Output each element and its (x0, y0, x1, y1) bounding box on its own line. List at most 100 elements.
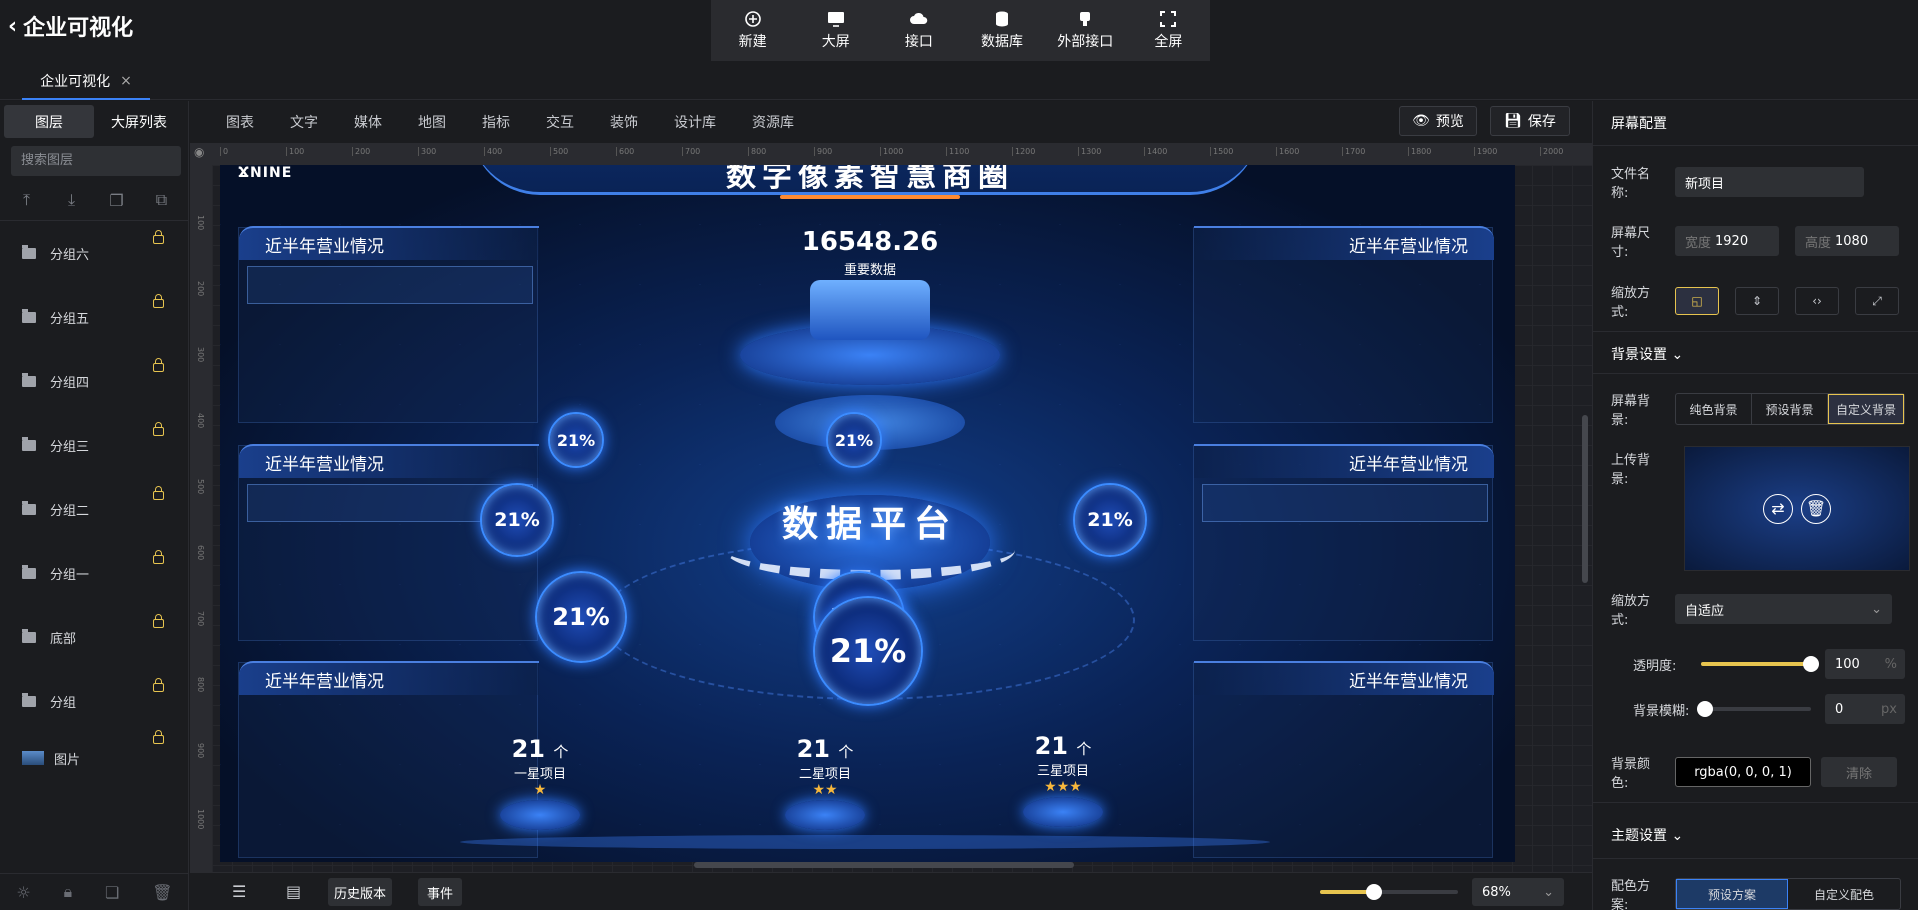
fullscreen-button[interactable]: 全屏 (1133, 10, 1203, 51)
folder-icon (22, 628, 36, 643)
panel-title: 近半年营业情况 (1194, 226, 1494, 260)
lock-icon[interactable] (153, 486, 164, 500)
close-icon[interactable]: × (120, 73, 132, 89)
events-button[interactable]: 事件 (418, 878, 462, 906)
ruler-mark: 900 (196, 743, 205, 759)
layer-item[interactable]: 图片 (0, 730, 188, 783)
blur-input[interactable]: 0 px (1825, 694, 1905, 724)
chevron-down-icon: ⌄ (1871, 601, 1882, 617)
layer-item[interactable]: 分组六 (0, 221, 188, 285)
height-input[interactable]: 高度 1080 (1795, 226, 1899, 256)
lock-icon[interactable] (153, 678, 164, 692)
document-icon[interactable]: ▤ (286, 882, 301, 901)
back-button[interactable]: ‹ 企业可视化 (8, 10, 133, 42)
api-button[interactable]: 接口 (884, 10, 954, 51)
copy-icon[interactable]: ❏ (105, 883, 119, 902)
panel-right-3[interactable]: 近半年营业情况 (1193, 661, 1494, 858)
ruler-mark: 800 (748, 147, 766, 156)
blur-slider[interactable] (1697, 701, 1811, 717)
layer-item[interactable]: 分组五 (0, 285, 188, 349)
lock-icon[interactable] (153, 230, 164, 244)
custom-scheme-option[interactable]: 自定义配色 (1788, 879, 1900, 909)
comp-chart[interactable]: 图表 (226, 112, 254, 132)
comp-text[interactable]: 文字 (290, 112, 318, 132)
zoom-select[interactable]: 68% ⌄ (1472, 878, 1564, 906)
bg-solid-option[interactable]: 纯色背景 (1676, 394, 1752, 424)
external-api-button[interactable]: 外部接口 (1050, 10, 1120, 51)
move-bottom-icon[interactable]: ⤓ (62, 190, 82, 210)
trash-icon[interactable]: 🗑︎ (152, 883, 172, 902)
swap-icon[interactable]: ⇄ (1763, 493, 1793, 524)
file-name-input[interactable]: 新项目 (1675, 167, 1864, 197)
bg-upload-preview[interactable]: ⇄ 🗑︎ (1684, 446, 1910, 571)
layer-item[interactable]: 分组四 (0, 349, 188, 413)
eye-toggle-icon[interactable]: ◉ (194, 145, 204, 159)
scale-fit-icon[interactable]: ◱ (1675, 287, 1719, 315)
layer-item[interactable]: 分组 (0, 669, 188, 733)
move-top-icon[interactable]: ⤒ (17, 190, 37, 210)
layer-search-input[interactable]: 搜索图层 (11, 146, 181, 176)
preview-button[interactable]: 👁︎ 预览 (1399, 106, 1477, 136)
save-button[interactable]: 💾︎ 保存 (1490, 106, 1570, 136)
bg-custom-option[interactable]: 自定义背景 (1828, 394, 1904, 424)
comp-map[interactable]: 地图 (418, 112, 446, 132)
scale-full-icon[interactable]: ⤢ (1855, 287, 1899, 315)
layer-item[interactable]: 底部 (0, 605, 188, 669)
group-icon[interactable]: ❐ (107, 190, 127, 210)
comp-decoration[interactable]: 装饰 (610, 112, 638, 132)
lock-icon[interactable] (153, 730, 164, 744)
vertical-scrollbar[interactable] (1582, 415, 1588, 583)
lock-all-icon[interactable]: 🔒︎ (64, 882, 73, 902)
scale-vertical-icon[interactable]: ⇕ (1735, 287, 1779, 315)
comp-indicator[interactable]: 指标 (482, 112, 510, 132)
width-input[interactable]: 宽度 1920 (1675, 226, 1779, 256)
panel-right-2[interactable]: 近半年营业情况 (1193, 444, 1494, 641)
ruler-mark: 1400 (1144, 147, 1167, 156)
history-button[interactable]: 历史版本 (328, 878, 392, 906)
ruler-mark: 1800 (1408, 147, 1431, 156)
cloud-code-icon (909, 12, 928, 24)
sun-icon[interactable]: ☼ (16, 883, 30, 902)
comp-interaction[interactable]: 交互 (546, 112, 574, 132)
ruler-mark: 100 (196, 215, 205, 231)
big-screen-button[interactable]: 大屏 (801, 10, 871, 51)
ruler-mark: 500 (550, 147, 568, 156)
theme-section-toggle[interactable]: 主题设置 ⌄ (1593, 825, 1683, 845)
comp-media[interactable]: 媒体 (354, 112, 382, 132)
bottom-glow (460, 835, 1270, 849)
fit-select[interactable]: 自适应 ⌄ (1675, 594, 1892, 624)
trash-icon[interactable]: 🗑︎ (1801, 493, 1831, 524)
bg-color-input[interactable]: rgba(0, 0, 0, 1) (1675, 757, 1811, 787)
dashboard-screen[interactable]: ϪNINE 数字像素智慧商圈 近半年营业情况 近半年营业情况 近半年营业情况 近… (220, 165, 1515, 862)
preset-scheme-option[interactable]: 预设方案 (1676, 879, 1788, 909)
horizontal-scrollbar[interactable] (694, 862, 1074, 868)
lock-icon[interactable] (153, 294, 164, 308)
comp-design-lib[interactable]: 设计库 (674, 112, 716, 132)
comp-resource-lib[interactable]: 资源库 (752, 112, 794, 132)
layer-item[interactable]: 分组二 (0, 477, 188, 541)
lock-icon[interactable] (153, 358, 164, 372)
database-button[interactable]: 数据库 (967, 10, 1037, 51)
clear-button[interactable]: 清除 (1821, 757, 1897, 787)
layer-item[interactable]: 分组三 (0, 413, 188, 477)
panel-right-1[interactable]: 近半年营业情况 (1193, 226, 1494, 423)
document-tab[interactable]: 企业可视化 × (22, 64, 150, 100)
lock-icon[interactable] (153, 550, 164, 564)
scale-horizontal-icon[interactable]: ‹› (1795, 287, 1839, 315)
new-button[interactable]: 新建 (718, 10, 788, 51)
layer-panel: 图层 大屏列表 搜索图层 ⤒ ⤓ ❐ ⧉ 分组六 分组五 分组四 分组三 分组二… (0, 101, 189, 910)
opacity-input[interactable]: 100% (1825, 649, 1905, 679)
zoom-slider[interactable] (1320, 884, 1458, 900)
tab-layers[interactable]: 图层 (4, 105, 94, 138)
tab-screen-list[interactable]: 大屏列表 (94, 105, 184, 138)
monitor-icon (827, 12, 844, 27)
panel-left-1[interactable]: 近半年营业情况 (238, 226, 539, 423)
opacity-slider[interactable] (1701, 656, 1819, 672)
bg-preset-option[interactable]: 预设背景 (1752, 394, 1828, 424)
lock-icon[interactable] (153, 422, 164, 436)
layers-stack-icon[interactable]: ☰ (232, 882, 246, 901)
ungroup-icon[interactable]: ⧉ (152, 190, 172, 210)
bg-section-toggle[interactable]: 背景设置 ⌄ (1593, 344, 1683, 364)
lock-icon[interactable] (153, 614, 164, 628)
layer-item[interactable]: 分组一 (0, 541, 188, 605)
